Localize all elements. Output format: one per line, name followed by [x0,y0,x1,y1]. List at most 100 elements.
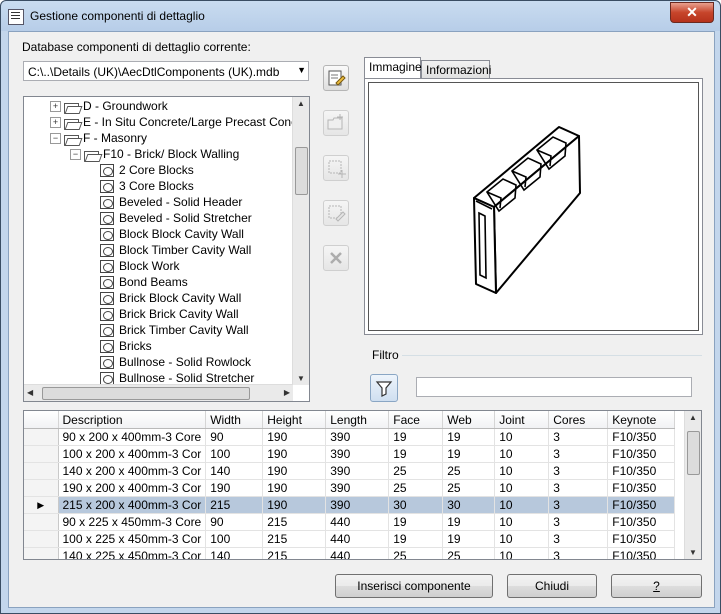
table-cell[interactable]: 390 [325,496,390,514]
title-bar[interactable]: Gestione componenti di dettaglio ✕ [1,1,720,31]
column-header[interactable]: Width [205,411,264,429]
row-header[interactable] [24,462,59,480]
table-cell[interactable]: 215 [205,496,264,514]
row-header[interactable] [24,530,59,548]
tree-node[interactable]: Brick Timber Cavity Wall [100,322,249,338]
table-cell[interactable]: 100 [205,445,264,463]
row-header[interactable] [24,513,59,531]
table-cell[interactable]: 390 [325,462,390,480]
scroll-up-icon[interactable]: ▲ [297,99,305,108]
table-cell[interactable]: 90 [205,428,264,446]
table-cell[interactable]: 100 x 225 x 450mm-3 Cor [58,530,207,548]
close-window-button[interactable]: ✕ [670,2,714,23]
delete-button[interactable] [323,245,349,271]
tree-node[interactable]: Brick Brick Cavity Wall [100,306,239,322]
table-cell[interactable]: 3 [548,496,609,514]
table-cell[interactable]: 140 [205,547,264,559]
scroll-right-icon[interactable]: ▶ [284,388,290,397]
table-cell[interactable]: 440 [325,547,390,559]
tree-node[interactable]: Bond Beams [100,274,188,290]
row-header[interactable] [24,547,59,559]
table-cell[interactable]: 190 [262,428,327,446]
column-header[interactable]: Height [262,411,327,429]
table-cell[interactable]: 3 [548,479,609,497]
row-header[interactable] [24,479,59,497]
row-header[interactable] [24,428,59,446]
table-cell[interactable]: F10/350 [607,547,676,559]
table-cell[interactable]: F10/350 [607,445,676,463]
table-row[interactable]: ▶ 215 x 200 x 400mm-3 Cor 215 190 390 30 30 10 3… [24,496,676,514]
table-cell[interactable]: 440 [325,530,390,548]
table-cell[interactable]: 3 [548,445,609,463]
column-header[interactable]: Length [325,411,390,429]
table-cell[interactable]: 440 [325,513,390,531]
tree-node[interactable]: Bullnose - Solid Rowlock [100,354,251,370]
table-cell[interactable]: 90 x 225 x 450mm-3 Core [58,513,207,531]
scroll-down-icon[interactable]: ▼ [689,548,697,557]
table-row[interactable]: 190 x 200 x 400mm-3 Cor 190 190 390 25 25 10 3 F… [24,479,676,497]
table-cell[interactable]: 19 [442,530,496,548]
tree-hscroll-thumb[interactable] [42,387,250,400]
table-row[interactable]: 100 x 200 x 400mm-3 Cor 100 190 390 19 19 10 3 F… [24,445,676,463]
column-header[interactable]: Cores [548,411,609,429]
table-cell[interactable]: 190 [262,479,327,497]
new-component-button[interactable] [323,155,349,181]
new-folder-button[interactable] [323,110,349,136]
database-select[interactable]: C:\..\Details (UK)\AecDtlComponents (UK)… [23,61,309,81]
tree-node[interactable]: Beveled - Solid Header [100,194,242,210]
grid-scroll-thumb[interactable] [687,431,700,475]
tree-node[interactable]: Brick Block Cavity Wall [100,290,241,306]
tree-node[interactable]: 3 Core Blocks [100,178,194,194]
chevron-down-icon[interactable]: ▼ [297,65,306,75]
table-cell[interactable]: F10/350 [607,479,676,497]
table-cell[interactable]: 25 [442,547,496,559]
table-cell[interactable]: 3 [548,513,609,531]
table-cell[interactable]: 215 [262,547,327,559]
table-cell[interactable]: 19 [388,445,444,463]
table-cell[interactable]: 25 [442,479,496,497]
table-cell[interactable]: 25 [388,479,444,497]
table-cell[interactable]: 3 [548,530,609,548]
table-cell[interactable]: 215 [262,513,327,531]
tree-scroll-thumb[interactable] [295,147,308,195]
table-cell[interactable]: 10 [494,428,550,446]
filter-button[interactable] [370,374,398,402]
table-cell[interactable]: 10 [494,547,550,559]
table-cell[interactable]: 3 [548,462,609,480]
edit-database-button[interactable] [323,65,349,91]
table-cell[interactable]: 215 [262,530,327,548]
table-cell[interactable]: F10/350 [607,513,676,531]
table-cell[interactable]: 10 [494,513,550,531]
column-header[interactable]: Web [442,411,496,429]
tree-node[interactable]: Beveled - Solid Stretcher [100,210,252,226]
table-cell[interactable]: F10/350 [607,530,676,548]
tree-node[interactable]: + D - Groundwork [50,98,168,115]
table-cell[interactable]: 3 [548,428,609,446]
table-cell[interactable]: 30 [388,496,444,514]
tree-node[interactable]: Block Work [100,258,179,274]
table-cell[interactable]: 100 [205,530,264,548]
component-grid[interactable]: Description Width Height Length Face Web Joint… [23,410,702,560]
tree-horizontal-scrollbar[interactable]: ◀ ▶ [24,384,293,401]
scroll-down-icon[interactable]: ▼ [297,374,305,383]
table-cell[interactable]: F10/350 [607,496,676,514]
table-row[interactable]: 140 x 200 x 400mm-3 Cor 140 190 390 25 25 10 3 F… [24,462,676,480]
table-cell[interactable]: 190 x 200 x 400mm-3 Cor [58,479,207,497]
table-cell[interactable]: 190 [205,479,264,497]
tree-node[interactable]: + E - In Situ Concrete/Large Precast Conc… [50,114,309,131]
table-cell[interactable]: 19 [388,530,444,548]
tree-node[interactable]: Block Timber Cavity Wall [100,242,251,258]
table-cell[interactable]: 19 [388,513,444,531]
collapse-icon[interactable]: − [70,149,81,161]
scroll-up-icon[interactable]: ▲ [689,413,697,422]
scroll-left-icon[interactable]: ◀ [27,388,33,397]
table-cell[interactable]: 390 [325,445,390,463]
table-cell[interactable]: 25 [442,462,496,480]
close-button[interactable]: Chiudi [507,574,597,598]
table-cell[interactable]: 10 [494,496,550,514]
insert-component-button[interactable]: Inserisci componente [335,574,493,598]
table-cell[interactable]: 390 [325,479,390,497]
table-cell[interactable]: 19 [442,428,496,446]
help-button[interactable]: ? [611,574,702,598]
table-row[interactable]: 90 x 225 x 450mm-3 Core 90 215 440 19 19 10 3 F1… [24,513,676,531]
